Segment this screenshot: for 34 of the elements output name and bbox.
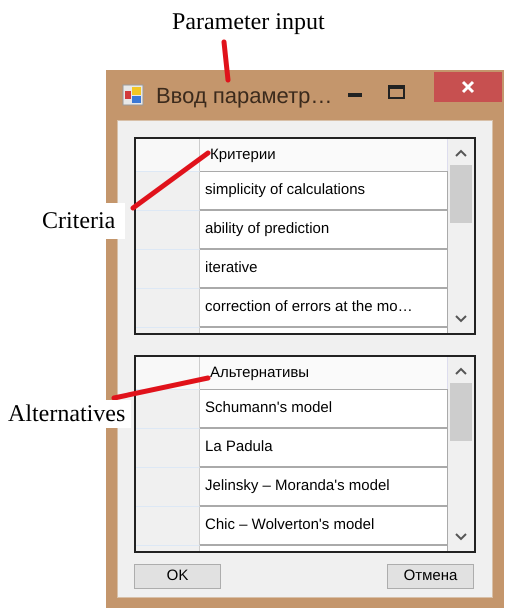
scrollbar-thumb[interactable] <box>450 165 472 223</box>
scroll-up-icon[interactable] <box>455 149 467 157</box>
table-cell[interactable]: Schumann's model <box>200 389 448 428</box>
row-header-cell[interactable] <box>136 210 200 249</box>
minimize-icon[interactable] <box>348 93 362 97</box>
table-cell[interactable]: correction of errors at the mo… <box>200 288 448 327</box>
row-header-cell[interactable] <box>136 467 200 506</box>
close-icon <box>461 80 475 94</box>
table-cell[interactable]: Chic – Wolverton's model <box>200 506 448 545</box>
column-header[interactable]: Критерии <box>200 139 448 171</box>
close-button[interactable] <box>434 72 502 102</box>
leader-line <box>222 40 230 82</box>
window-title: Ввод параметр… <box>156 82 332 110</box>
dialog-button[interactable]: Отмена <box>387 564 474 589</box>
row-header-cell[interactable] <box>136 389 200 428</box>
row-header-cell[interactable] <box>136 249 200 288</box>
table-cell[interactable]: iterative <box>200 249 448 288</box>
scroll-down-icon[interactable] <box>455 533 467 541</box>
dialog-button[interactable]: OK <box>134 564 221 589</box>
table-cell[interactable]: La Padula <box>200 428 448 467</box>
column-header[interactable]: Альтернативы <box>200 357 448 389</box>
app-icon <box>122 84 144 106</box>
callout-label: Criteria <box>40 203 126 239</box>
callout-label: Alternatives <box>6 400 132 428</box>
scroll-down-icon[interactable] <box>455 315 467 323</box>
scrollbar-thumb[interactable] <box>450 383 472 441</box>
table-cell[interactable]: simplicity of calculations <box>200 171 448 210</box>
row-header-cell[interactable] <box>136 428 200 467</box>
maximize-icon[interactable] <box>388 85 406 99</box>
row-header-cell[interactable] <box>136 288 200 327</box>
table-cell[interactable]: ability of prediction <box>200 210 448 249</box>
table-cell[interactable]: Jelinsky – Moranda's model <box>200 467 448 506</box>
scroll-up-icon[interactable] <box>455 367 467 375</box>
row-header-cell[interactable] <box>136 506 200 545</box>
